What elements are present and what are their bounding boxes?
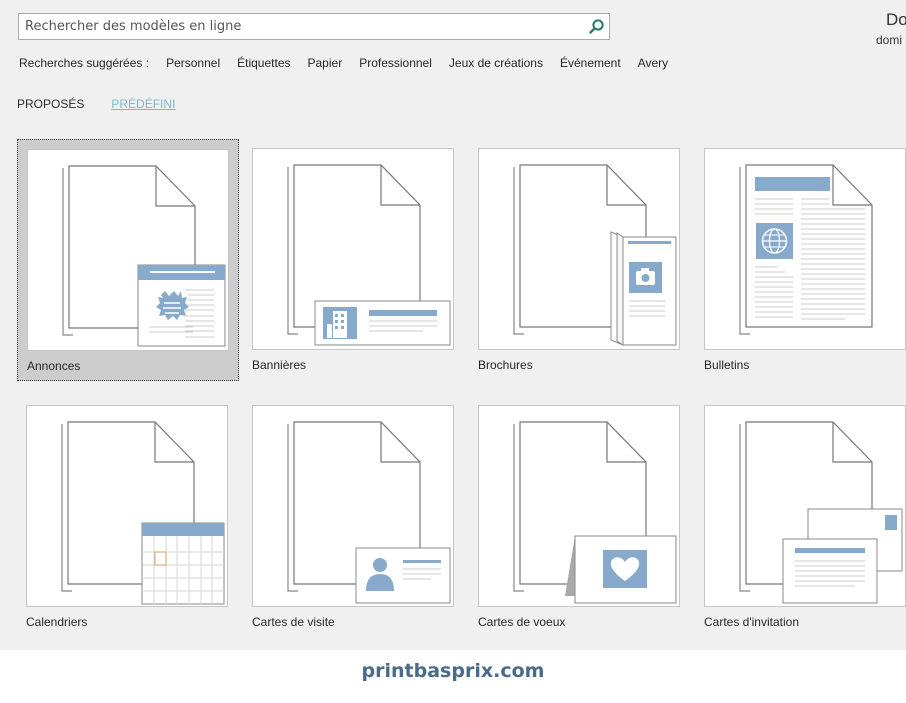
template-thumbnail bbox=[26, 405, 228, 607]
search-box bbox=[18, 13, 610, 40]
template-thumbnail bbox=[478, 405, 680, 607]
banner-icon bbox=[287, 164, 451, 346]
template-tile-cartes-d-invitation[interactable]: Cartes d'invitation bbox=[695, 396, 906, 638]
suggested-link-professionnel[interactable]: Professionnel bbox=[359, 56, 432, 72]
template-thumbnail bbox=[27, 149, 229, 351]
template-thumbnail bbox=[252, 405, 454, 607]
template-label: Bulletins bbox=[704, 358, 750, 372]
template-label: Brochures bbox=[478, 358, 533, 372]
greeting-card-icon bbox=[513, 421, 677, 604]
account-name: Do bbox=[886, 10, 906, 29]
suggested-link-personnel[interactable]: Personnel bbox=[166, 56, 220, 72]
template-tile-calendriers[interactable]: Calendriers bbox=[17, 396, 239, 638]
business-card-icon bbox=[287, 421, 451, 604]
suggested-searches-label: Recherches suggérées : bbox=[19, 56, 150, 70]
template-thumbnail bbox=[704, 148, 906, 350]
template-label: Calendriers bbox=[26, 615, 88, 629]
template-thumbnail bbox=[704, 405, 906, 607]
calendar-icon bbox=[61, 421, 225, 605]
suggested-link-etiquettes[interactable]: Étiquettes bbox=[237, 56, 290, 72]
template-label: Cartes de visite bbox=[252, 615, 335, 629]
template-tile-annonces[interactable]: Annonces bbox=[17, 139, 239, 381]
suggested-link-papier[interactable]: Papier bbox=[308, 56, 343, 72]
suggested-searches: Recherches suggérées : Personnel Étiquet… bbox=[19, 56, 668, 72]
template-gallery: Do domi Recherches suggérées : Personnel… bbox=[0, 0, 906, 650]
search-input[interactable] bbox=[19, 14, 579, 39]
template-label: Bannières bbox=[252, 358, 307, 372]
search-icon[interactable] bbox=[588, 18, 605, 35]
template-thumbnail bbox=[478, 148, 680, 350]
brochure-icon bbox=[513, 164, 677, 346]
template-thumbnail bbox=[252, 148, 454, 350]
tab-predefini[interactable]: PRÉDÉFINI bbox=[111, 97, 175, 111]
template-tile-bulletins[interactable]: Bulletins bbox=[695, 139, 906, 381]
watermark: printbasprix.com bbox=[361, 660, 545, 682]
newsletter-icon bbox=[739, 164, 873, 335]
announcement-icon bbox=[62, 165, 226, 347]
tab-proposes[interactable]: PROPOSÉS bbox=[17, 97, 84, 111]
template-tile-bannieres[interactable]: Bannières bbox=[243, 139, 465, 381]
template-tabs: PROPOSÉS PRÉDÉFINI bbox=[17, 97, 175, 111]
invitation-icon bbox=[739, 421, 903, 604]
suggested-link-avery[interactable]: Avery bbox=[638, 56, 668, 72]
template-label: Annonces bbox=[27, 359, 81, 373]
suggested-link-jeux-de-creations[interactable]: Jeux de créations bbox=[449, 56, 543, 72]
account-email: domi bbox=[876, 33, 903, 47]
template-tile-cartes-de-voeux[interactable]: Cartes de voeux bbox=[469, 396, 691, 638]
template-label: Cartes d'invitation bbox=[704, 615, 800, 629]
suggested-link-evenement[interactable]: Événement bbox=[560, 56, 621, 72]
template-tile-brochures[interactable]: Brochures bbox=[469, 139, 691, 381]
template-tile-cartes-de-visite[interactable]: Cartes de visite bbox=[243, 396, 465, 638]
template-label: Cartes de voeux bbox=[478, 615, 566, 629]
